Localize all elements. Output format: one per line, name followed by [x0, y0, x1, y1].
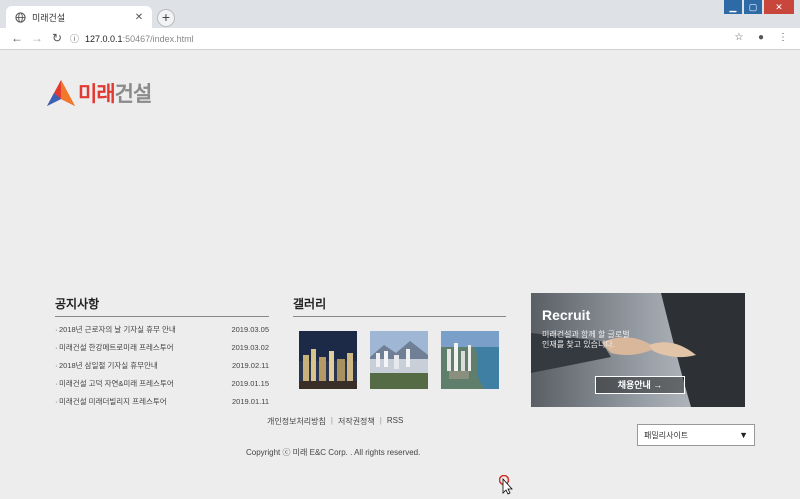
address-bar[interactable]: ⓘ 127.0.0.1 :50467/index.html	[70, 30, 730, 47]
info-icon[interactable]: ⓘ	[70, 32, 79, 45]
tab-close-icon[interactable]: ✕	[132, 12, 146, 23]
mouse-cursor-icon	[499, 475, 513, 495]
site-logo[interactable]: 미래건설	[46, 78, 153, 108]
list-item[interactable]: 미래건설 고덕 자연&미래 프레스투어 2019.01.15	[55, 375, 269, 393]
gallery-thumbnails	[299, 331, 512, 389]
family-site-label: 패밀리사이트	[644, 430, 689, 440]
star-icon[interactable]: ☆	[732, 31, 746, 45]
notice-item-title[interactable]: 미래건설 한강메트로미래 프레스투어	[55, 339, 174, 357]
browser-titlebar: 미래건설 ✕ + ▁ ▢ ✕	[0, 0, 800, 28]
rss-link[interactable]: RSS	[387, 416, 403, 427]
page-viewport: 미래건설 공지사항 2018년 근로자의 날 기자실 휴무 안내 2019.03.…	[0, 50, 800, 499]
forward-icon[interactable]: →	[30, 31, 44, 45]
notice-item-title[interactable]: 미래건설 고덕 자연&미래 프레스투어	[55, 375, 174, 393]
list-item[interactable]: 미래건설 미래더빌리지 프레스투어 2019.01.11	[55, 393, 269, 411]
browser-toolbar: ← → ↻ ⓘ 127.0.0.1 :50467/index.html ☆ ● …	[0, 28, 800, 50]
window-controls: ▁ ▢ ✕	[722, 0, 794, 14]
recruit-banner[interactable]: Recruit 미래건설과 함께 할 글로벌 인재를 찾고 있습니다. 채용안내…	[531, 293, 745, 407]
minimize-icon[interactable]: ▁	[724, 0, 742, 14]
toolbar-right: ☆ ● ⋮	[724, 31, 790, 45]
notice-title: 공지사항	[55, 294, 269, 317]
notice-item-date: 2019.03.02	[231, 343, 269, 352]
gallery-thumbnail[interactable]	[441, 331, 499, 389]
gallery-thumbnail[interactable]	[370, 331, 428, 389]
globe-icon	[15, 11, 26, 23]
tab-title: 미래건설	[32, 12, 66, 23]
maximize-icon[interactable]: ▢	[744, 0, 762, 14]
browser-window: 미래건설 ✕ + ▁ ▢ ✕ ← → ↻ ⓘ 127.0.0.1 :50467/…	[0, 0, 800, 499]
url-path: :50467/index.html	[122, 33, 194, 44]
copyright-policy-link[interactable]: 저작권정책	[338, 416, 375, 427]
logo-text-red: 미래	[78, 83, 116, 106]
close-window-icon[interactable]: ✕	[764, 0, 794, 14]
recruit-button[interactable]: 채용안내 →	[595, 376, 685, 394]
notice-list: 2018년 근로자의 날 기자실 휴무 안내 2019.03.05 미래건설 한강…	[55, 321, 269, 411]
notice-item-title[interactable]: 미래건설 미래더빌리지 프레스투어	[55, 393, 167, 411]
copyright-text: Copyright ⓒ 미래 E&C Corp. . All rights re…	[246, 448, 421, 457]
chevron-down-icon: ▼	[739, 430, 748, 440]
footer-separator: |	[330, 416, 333, 425]
url-host: 127.0.0.1	[85, 33, 123, 44]
logo-text-gray: 건설	[114, 83, 153, 106]
list-item[interactable]: 2018년 근로자의 날 기자실 휴무 안내 2019.03.05	[55, 321, 269, 339]
logo-text: 미래건설	[78, 78, 153, 108]
back-icon[interactable]: ←	[10, 31, 24, 45]
notice-item-date: 2019.03.05	[231, 325, 269, 334]
list-item[interactable]: 2018년 삼일절 기자실 휴무안내 2019.02.11	[55, 357, 269, 375]
menu-icon[interactable]: ⋮	[776, 31, 790, 45]
notice-item-date: 2019.01.11	[232, 397, 269, 406]
footer-separator: |	[379, 416, 382, 425]
family-site-select[interactable]: 패밀리사이트 ▼	[637, 424, 755, 446]
notice-section: 공지사항 2018년 근로자의 날 기자실 휴무 안내 2019.03.05 미래…	[55, 294, 269, 411]
privacy-policy-link[interactable]: 개인정보처리방침	[267, 416, 326, 427]
reload-icon[interactable]: ↻	[50, 31, 64, 45]
list-item[interactable]: 미래건설 한강메트로미래 프레스투어 2019.03.02	[55, 339, 269, 357]
gallery-thumbnail[interactable]	[299, 331, 357, 389]
browser-tab[interactable]: 미래건설 ✕	[6, 6, 152, 28]
notice-item-date: 2019.01.15	[231, 379, 269, 388]
notice-item-title[interactable]: 2018년 근로자의 날 기자실 휴무 안내	[55, 321, 176, 339]
footer-links: 개인정보처리방침 | 저작권정책 | RSS	[267, 416, 403, 427]
notice-item-date: 2019.02.11	[232, 361, 269, 370]
recruit-description: 미래건설과 함께 할 글로벌 인재를 찾고 있습니다.	[542, 330, 630, 349]
logo-mark-icon	[47, 80, 75, 106]
notice-item-title[interactable]: 2018년 삼일절 기자실 휴무안내	[55, 357, 158, 375]
new-tab-button[interactable]: +	[157, 9, 175, 27]
recruit-title: Recruit	[542, 307, 591, 323]
gallery-section: 갤러리	[293, 294, 506, 389]
gallery-title: 갤러리	[293, 294, 506, 317]
account-icon[interactable]: ●	[754, 31, 768, 45]
